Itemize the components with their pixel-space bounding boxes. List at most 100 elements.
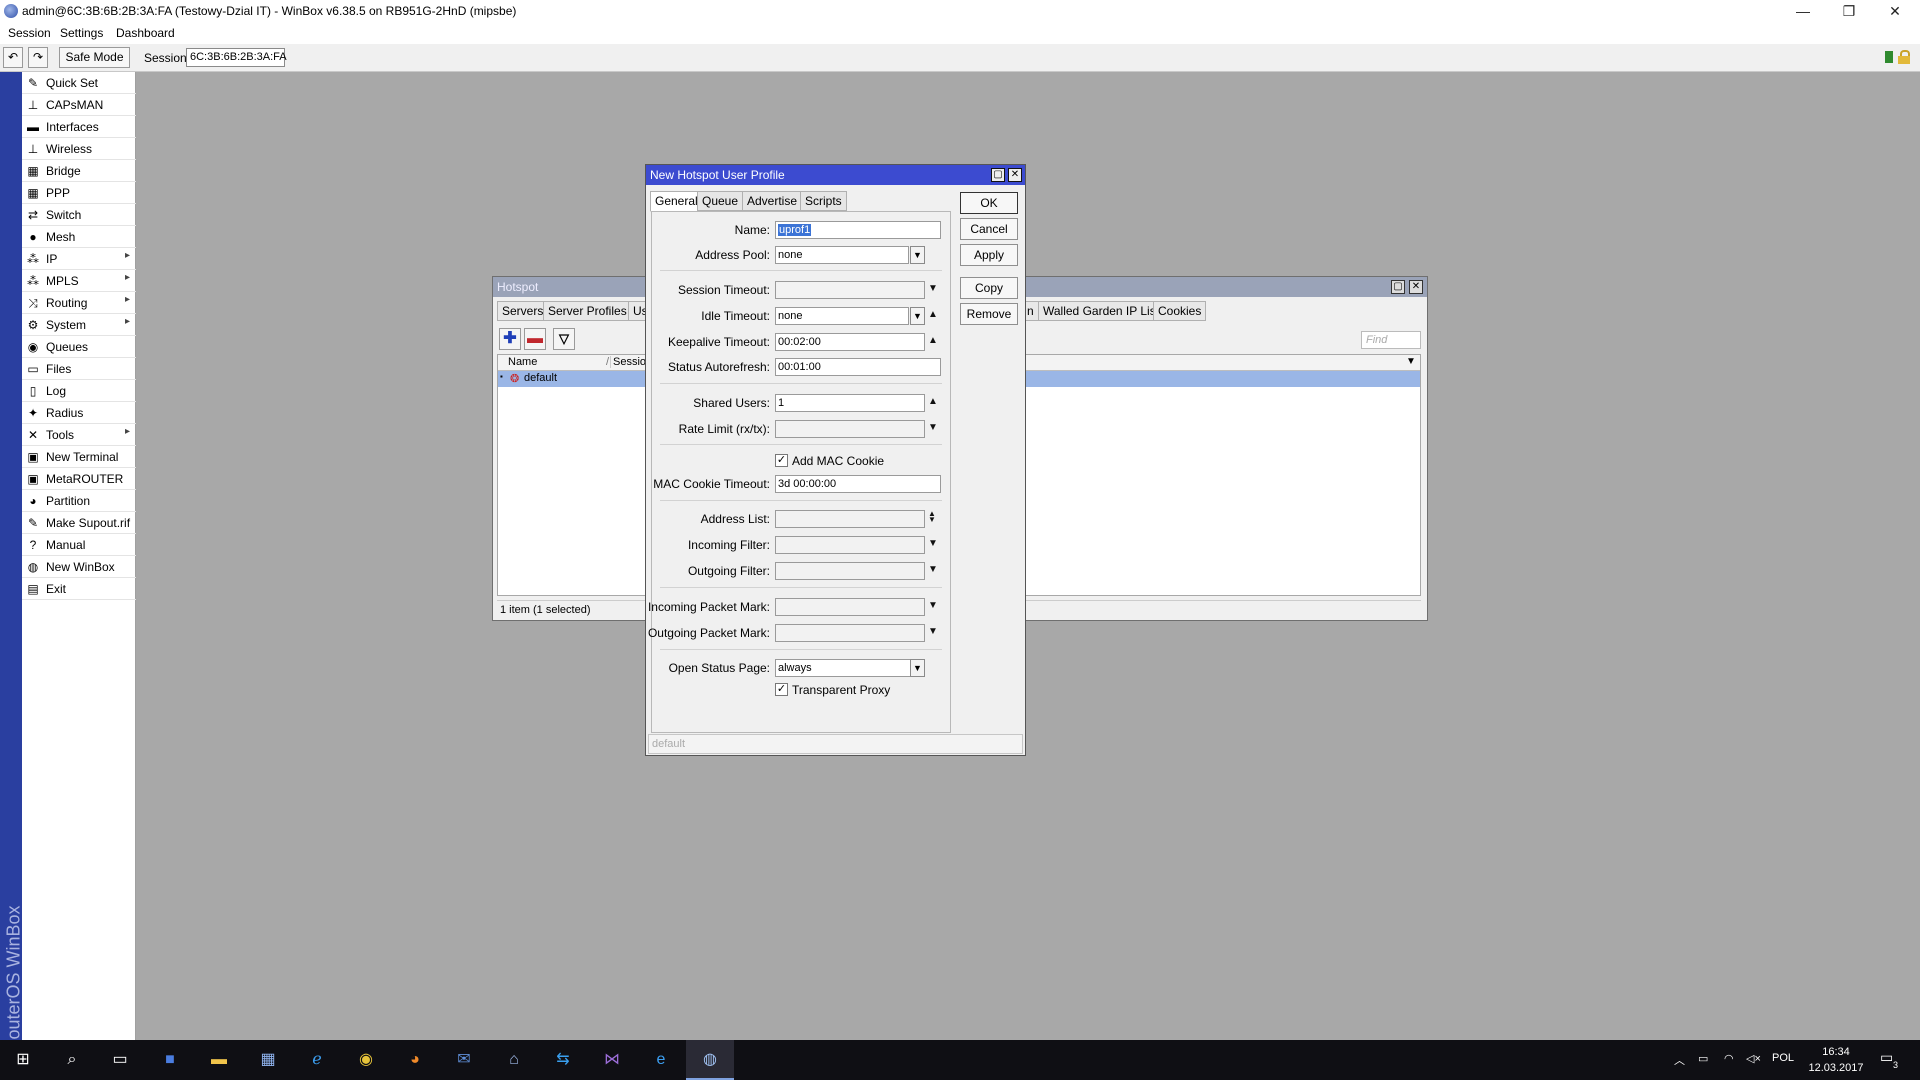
- start-icon[interactable]: ⊞: [11, 1048, 35, 1072]
- sidebar-item-interfaces[interactable]: ▬ Interfaces: [22, 116, 136, 138]
- remote-icon[interactable]: ⌂: [502, 1048, 526, 1072]
- sidebar-item-bridge[interactable]: ▦ Bridge: [22, 160, 136, 182]
- session-field[interactable]: 6C:3B:6B:2B:3A:FA: [186, 48, 287, 67]
- file-explorer-icon[interactable]: ▬: [207, 1048, 231, 1072]
- copy-button[interactable]: Copy: [960, 277, 1018, 299]
- tab-advertise[interactable]: Advertise: [742, 191, 803, 211]
- battery-icon[interactable]: ▭: [1698, 1052, 1708, 1065]
- sidebar-item-switch[interactable]: ⇄ Switch: [22, 204, 136, 226]
- language-indicator[interactable]: POL: [1772, 1052, 1794, 1064]
- tab-walled-garden-ip-list[interactable]: Walled Garden IP List: [1038, 301, 1165, 321]
- winbox-taskbar-icon[interactable]: ◍: [698, 1048, 722, 1072]
- address-list-input[interactable]: [775, 510, 925, 528]
- idle-timeout-select[interactable]: none: [775, 307, 909, 325]
- teamviewer-icon[interactable]: ⇆: [551, 1048, 575, 1072]
- close-icon[interactable]: ✕: [1409, 280, 1423, 294]
- sidebar-item-system[interactable]: ⚙ System ▸: [22, 314, 136, 336]
- sidebar-item-partition[interactable]: ◕ Partition: [22, 490, 136, 512]
- collapse-up-icon[interactable]: ▲: [928, 335, 938, 346]
- sidebar-item-tools[interactable]: ✕ Tools ▸: [22, 424, 136, 446]
- sidebar-item-quick-set[interactable]: ✎ Quick Set: [22, 72, 136, 94]
- undo-button[interactable]: ↶: [3, 47, 23, 68]
- mac-cookie-timeout-input[interactable]: 3d 00:00:00: [775, 475, 941, 493]
- safe-mode-button[interactable]: Safe Mode: [59, 47, 130, 68]
- add-mac-cookie-checkbox[interactable]: ✓: [775, 454, 788, 467]
- filter-icon[interactable]: ▽: [553, 328, 575, 350]
- visual-studio-icon[interactable]: ⋈: [600, 1048, 624, 1072]
- sidebar-item-make-supout-rif[interactable]: ✎ Make Supout.rif: [22, 512, 136, 534]
- save-icon[interactable]: ■: [158, 1048, 182, 1072]
- expand-down-icon[interactable]: ▼: [928, 538, 938, 549]
- session-timeout-input[interactable]: [775, 281, 925, 299]
- sidebar-item-radius[interactable]: ✦ Radius: [22, 402, 136, 424]
- dialog-maximize-icon[interactable]: ▢: [991, 168, 1005, 182]
- outgoing-packet-mark-input[interactable]: [775, 624, 925, 642]
- expand-down-icon[interactable]: ▼: [928, 422, 938, 433]
- tab-queue[interactable]: Queue: [697, 191, 744, 211]
- close-button[interactable]: ✕: [1872, 0, 1918, 22]
- tab-scripts[interactable]: Scripts: [800, 191, 847, 211]
- find-input[interactable]: Find: [1361, 331, 1421, 349]
- remove-icon[interactable]: ▬: [524, 328, 546, 350]
- status-autorefresh-input[interactable]: 00:01:00: [775, 358, 941, 376]
- chrome-icon[interactable]: ◉: [354, 1048, 378, 1072]
- ok-button[interactable]: OK: [960, 192, 1018, 214]
- menu-session[interactable]: Session: [8, 26, 51, 40]
- tab-servers[interactable]: Servers: [497, 301, 549, 321]
- address-pool-select[interactable]: none: [775, 246, 909, 264]
- restore-button[interactable]: ❐: [1826, 0, 1872, 22]
- chevron-down-icon[interactable]: ▼: [910, 659, 925, 677]
- network-tool-icon[interactable]: ▦: [256, 1048, 280, 1072]
- sidebar-item-manual[interactable]: ? Manual: [22, 534, 136, 556]
- maximize-icon[interactable]: ▢: [1391, 280, 1405, 294]
- sidebar-item-exit[interactable]: ▤ Exit: [22, 578, 136, 600]
- chevron-down-icon[interactable]: ▼: [910, 307, 925, 325]
- transparent-proxy-checkbox[interactable]: ✓: [775, 683, 788, 696]
- outgoing-filter-input[interactable]: [775, 562, 925, 580]
- thunderbird-icon[interactable]: ✉: [452, 1048, 476, 1072]
- wifi-icon[interactable]: ◠: [1724, 1052, 1734, 1065]
- spinner-icon[interactable]: ▲ ▼: [928, 510, 936, 524]
- expand-down-icon[interactable]: ▼: [928, 600, 938, 611]
- collapse-up-icon[interactable]: ▲: [928, 396, 938, 407]
- incoming-filter-input[interactable]: [775, 536, 925, 554]
- rate-limit-input[interactable]: [775, 420, 925, 438]
- volume-icon[interactable]: ◁×: [1746, 1052, 1761, 1065]
- sidebar-item-new-winbox[interactable]: ◍ New WinBox: [22, 556, 136, 578]
- menu-dashboard[interactable]: Dashboard: [116, 26, 175, 40]
- collapse-up-icon[interactable]: ▲: [928, 309, 938, 320]
- sidebar-item-metarouter[interactable]: ▣ MetaROUTER: [22, 468, 136, 490]
- sidebar-item-capsman[interactable]: ⊥ CAPsMAN: [22, 94, 136, 116]
- open-status-page-select[interactable]: always: [775, 659, 925, 677]
- keepalive-timeout-input[interactable]: 00:02:00: [775, 333, 925, 351]
- expand-down-icon[interactable]: ▼: [928, 283, 938, 294]
- expand-down-icon[interactable]: ▼: [928, 564, 938, 575]
- name-input[interactable]: uprof1: [775, 221, 941, 239]
- chevron-down-icon[interactable]: ▼: [910, 246, 925, 264]
- menu-settings[interactable]: Settings: [60, 26, 103, 40]
- cancel-button[interactable]: Cancel: [960, 218, 1018, 240]
- dialog-close-icon[interactable]: ✕: [1008, 168, 1022, 182]
- sidebar-item-queues[interactable]: ◉ Queues: [22, 336, 136, 358]
- tab-cookies[interactable]: Cookies: [1153, 301, 1207, 321]
- edge-icon[interactable]: e: [649, 1048, 673, 1072]
- column-menu-icon[interactable]: ▼: [1406, 356, 1416, 367]
- sidebar-item-mpls[interactable]: ⁂ MPLS ▸: [22, 270, 136, 292]
- tab-general[interactable]: General: [650, 191, 703, 212]
- task-view-icon[interactable]: ▭: [108, 1048, 132, 1072]
- sidebar-item-new-terminal[interactable]: ▣ New Terminal: [22, 446, 136, 468]
- incoming-packet-mark-input[interactable]: [775, 598, 925, 616]
- col-name[interactable]: Name: [508, 356, 537, 368]
- sidebar-item-ip[interactable]: ⁂ IP ▸: [22, 248, 136, 270]
- minimize-button[interactable]: —: [1780, 0, 1826, 22]
- redo-button[interactable]: ↷: [28, 47, 48, 68]
- expand-down-icon[interactable]: ▼: [928, 626, 938, 637]
- shared-users-input[interactable]: 1: [775, 394, 925, 412]
- sidebar-item-mesh[interactable]: ● Mesh: [22, 226, 136, 248]
- sidebar-item-log[interactable]: ▯ Log: [22, 380, 136, 402]
- sidebar-item-ppp[interactable]: ▦ PPP: [22, 182, 136, 204]
- add-icon[interactable]: ✚: [499, 328, 521, 350]
- remove-button[interactable]: Remove: [960, 303, 1018, 325]
- notification-icon[interactable]: ▭: [1880, 1049, 1893, 1066]
- sidebar-item-routing[interactable]: ⤨ Routing ▸: [22, 292, 136, 314]
